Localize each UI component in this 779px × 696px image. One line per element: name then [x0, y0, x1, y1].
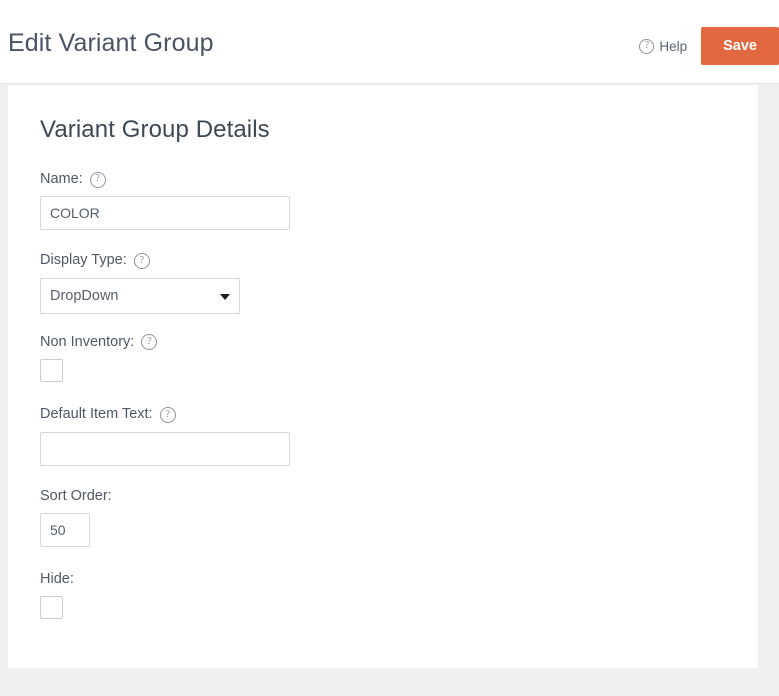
- hide-checkbox[interactable]: [40, 596, 63, 620]
- question-circle-icon-non-inventory[interactable]: ?: [141, 334, 158, 351]
- label-text-display-type: Display Type:: [40, 252, 127, 269]
- field-label-hide: Hide:: [40, 571, 700, 588]
- field-label-sort-order: Sort Order:: [40, 488, 700, 505]
- help-label: Help: [659, 38, 688, 54]
- help-link[interactable]: ? Help: [639, 38, 688, 54]
- field-label-default-item-text: Default Item Text: ?: [40, 406, 700, 423]
- non-inventory-checkbox[interactable]: [40, 359, 63, 383]
- field-label-non-inventory: Non Inventory: ?: [40, 334, 700, 351]
- field-hide: Hide:: [40, 571, 700, 620]
- section-title: Variant Group Details: [40, 116, 270, 143]
- display-type-select-wrap: DropDown: [40, 277, 240, 314]
- label-text-name: Name:: [40, 171, 83, 187]
- field-sort-order: Sort Order:: [40, 488, 700, 547]
- field-label-display-type: Display Type: ?: [40, 252, 700, 270]
- variant-group-details-form: Name: ? Display Type: ? DropDown Non I: [40, 171, 700, 620]
- label-text-sort-order: Sort Order:: [40, 487, 112, 504]
- content-card: Variant Group Details Name: ? Display Ty…: [8, 85, 758, 668]
- label-text-default-item-text: Default Item Text:: [40, 406, 153, 423]
- field-label-name: Name: ?: [40, 171, 700, 188]
- app-header: Edit Variant Group ? Help Save: [0, 0, 779, 84]
- field-default-item-text: Default Item Text: ?: [40, 406, 700, 466]
- question-circle-icon: ?: [639, 38, 655, 54]
- question-circle-icon-name[interactable]: ?: [89, 171, 106, 188]
- name-input[interactable]: [40, 196, 290, 231]
- header-actions: ? Help Save: [639, 27, 779, 65]
- question-circle-icon-default-item-text[interactable]: ?: [159, 406, 176, 423]
- field-display-type: Display Type: ? DropDown: [40, 252, 700, 314]
- default-item-text-input[interactable]: [40, 431, 290, 466]
- field-name: Name: ?: [40, 171, 700, 231]
- save-button[interactable]: Save: [701, 27, 779, 65]
- field-non-inventory: Non Inventory: ?: [40, 334, 700, 383]
- label-text-non-inventory: Non Inventory:: [40, 333, 135, 350]
- display-type-select[interactable]: DropDown: [40, 277, 240, 314]
- sort-order-input[interactable]: [40, 512, 90, 547]
- label-text-hide: Hide:: [40, 570, 74, 587]
- question-circle-icon-display-type[interactable]: ?: [133, 253, 150, 270]
- page-title: Edit Variant Group: [8, 29, 214, 57]
